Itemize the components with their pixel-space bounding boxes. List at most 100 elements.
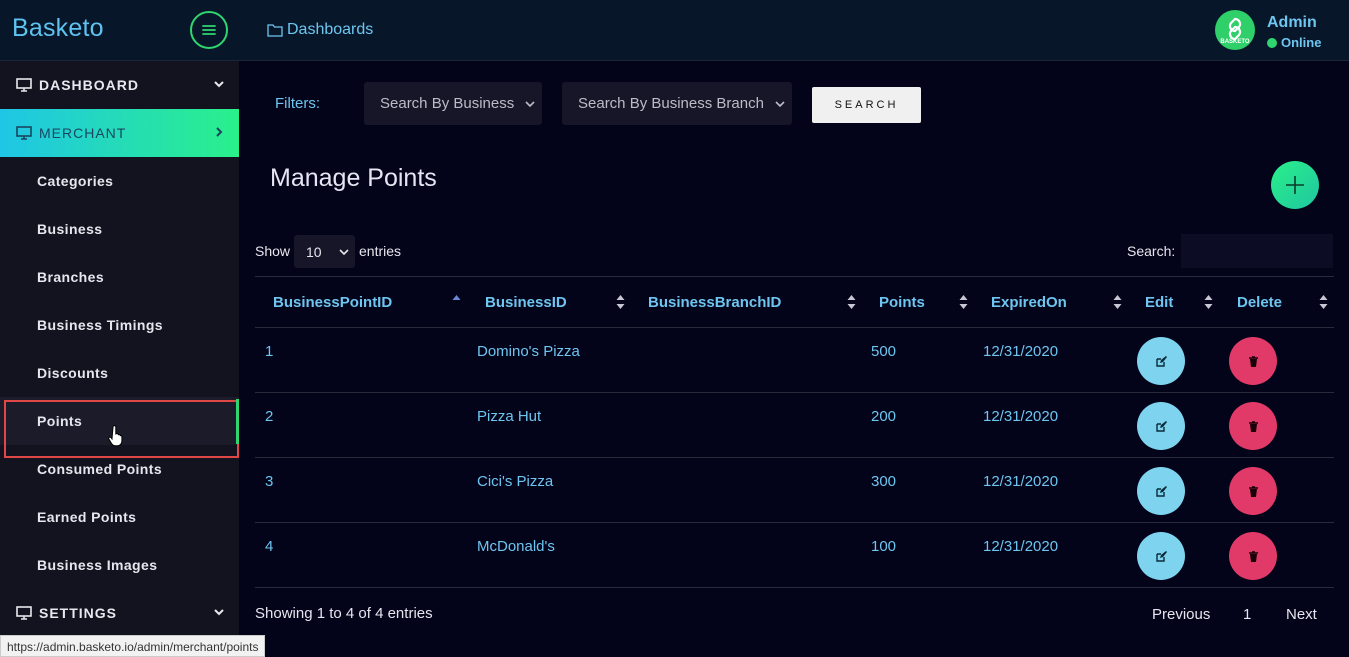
sort-icon[interactable] [1319,294,1328,310]
trash-icon [1248,355,1258,367]
chevron-down-icon [339,249,349,256]
column-header-businessbranchid[interactable]: BusinessBranchID [648,294,781,311]
sort-icon[interactable] [616,294,625,310]
status-bar-url: https://admin.basketo.io/admin/merchant/… [0,635,266,657]
cell-expiredon: 12/31/2020 [983,408,1059,425]
sidebar-item-label: Earned Points [37,509,137,525]
sidebar-item-earned-points[interactable]: Earned Points [0,493,239,541]
folder-icon [267,24,283,37]
sidebar-item-label: Discounts [37,365,109,381]
sidebar-item-categories[interactable]: Categories [0,157,239,205]
edit-icon [1155,355,1167,367]
sidebar-item-business[interactable]: Business [0,205,239,253]
avatar-text: BASKETO [1220,39,1250,45]
monitor-icon [16,126,32,140]
chevron-down-icon [775,101,785,108]
entries-select[interactable]: 10 [294,235,355,268]
cell-expiredon: 12/31/2020 [983,343,1059,360]
pagination-previous[interactable]: Previous [1152,606,1210,623]
menu-toggle-button[interactable] [190,11,228,49]
branch-select[interactable]: Search By Business Branch [562,82,792,125]
hand-cursor-icon [108,425,123,447]
cell-businessid: Pizza Hut [477,408,542,425]
cell-businesspointid: 3 [265,473,274,490]
edit-button[interactable] [1137,532,1185,580]
sidebar-item-label: Business Images [37,557,158,573]
online-dot-icon [1267,37,1277,48]
sidebar-item-label: Categories [37,173,114,189]
column-header-businesspointid[interactable]: BusinessPointID [273,294,392,311]
page-title: Manage Points [270,164,437,192]
table-row: 2 Pizza Hut 200 12/31/2020 [255,393,1334,458]
sort-icon[interactable] [1113,294,1122,310]
pagination-page-1[interactable]: 1 [1243,606,1251,623]
sidebar-section-label: DASHBOARD [39,77,139,93]
sidebar-section-settings[interactable]: SETTINGS [0,589,239,637]
chevron-down-icon [525,101,535,108]
sort-asc-icon[interactable] [452,294,461,310]
column-header-expiredon[interactable]: ExpiredOn [991,294,1067,311]
sidebar-item-branches[interactable]: Branches [0,253,239,301]
delete-button[interactable] [1229,402,1277,450]
delete-button[interactable] [1229,532,1277,580]
sidebar-item-business-timings[interactable]: Business Timings [0,301,239,349]
chevron-down-icon [214,81,224,88]
brand-logo[interactable]: Basketo [12,14,104,43]
column-header-points[interactable]: Points [879,294,925,311]
table-search-input[interactable] [1181,234,1333,268]
sidebar-item-label: Business [37,221,103,237]
edit-button[interactable] [1137,337,1185,385]
plus-icon [1286,176,1304,194]
cell-points: 300 [871,473,897,490]
avatar[interactable]: BASKETO [1215,10,1255,50]
edit-icon [1155,420,1167,432]
monitor-icon [16,606,32,620]
sidebar-item-label: Business Timings [37,317,163,333]
add-point-button[interactable] [1271,161,1319,209]
sidebar-section-dashboard[interactable]: DASHBOARD [0,61,239,109]
cell-businesspointid: 2 [265,408,274,425]
hamburger-icon [202,25,216,35]
trash-icon [1248,550,1258,562]
delete-button[interactable] [1229,337,1277,385]
sort-icon[interactable] [959,294,968,310]
sidebar-section-label: MERCHANT [39,125,127,141]
column-header-edit[interactable]: Edit [1145,294,1173,311]
cell-businesspointid: 4 [265,538,274,555]
top-bar: Basketo Dashboards BASKETO Admin Online [0,0,1349,61]
show-label: Show [255,243,291,259]
user-name[interactable]: Admin [1267,14,1317,32]
entries-label: entries [359,243,402,259]
table-row: 3 Cici's Pizza 300 12/31/2020 [255,458,1334,523]
cell-businessid: McDonald's [477,538,555,555]
sidebar: DASHBOARD MERCHANT Categories Business B… [0,61,239,657]
trash-icon [1248,485,1258,497]
edit-icon [1155,550,1167,562]
sort-icon[interactable] [1204,294,1213,310]
sidebar-item-discounts[interactable]: Discounts [0,349,239,397]
main-content: Filters: Search By Business Search By Bu… [240,61,1349,657]
edit-button[interactable] [1137,467,1185,515]
user-status: Online [1267,35,1321,50]
sort-icon[interactable] [847,294,856,310]
sidebar-item-business-images[interactable]: Business Images [0,541,239,589]
business-select[interactable]: Search By Business [364,82,542,125]
edit-button[interactable] [1137,402,1185,450]
chevron-down-icon [214,609,224,616]
pagination-next[interactable]: Next [1286,606,1317,623]
search-button[interactable]: SEARCH [812,87,921,123]
user-status-label: Online [1281,35,1322,50]
points-table: BusinessPointID BusinessID BusinessBranc… [255,276,1334,588]
sidebar-item-label: Consumed Points [37,461,163,477]
cell-expiredon: 12/31/2020 [983,538,1059,555]
delete-button[interactable] [1229,467,1277,515]
column-header-delete[interactable]: Delete [1237,294,1282,311]
sidebar-section-merchant[interactable]: MERCHANT [0,109,239,157]
table-info: Showing 1 to 4 of 4 entries [255,605,433,622]
edit-icon [1155,485,1167,497]
cell-points: 200 [871,408,897,425]
breadcrumb[interactable]: Dashboards [267,21,373,39]
table-row: 1 Domino's Pizza 500 12/31/2020 [255,328,1334,393]
monitor-icon [16,78,32,92]
column-header-businessid[interactable]: BusinessID [485,294,567,311]
